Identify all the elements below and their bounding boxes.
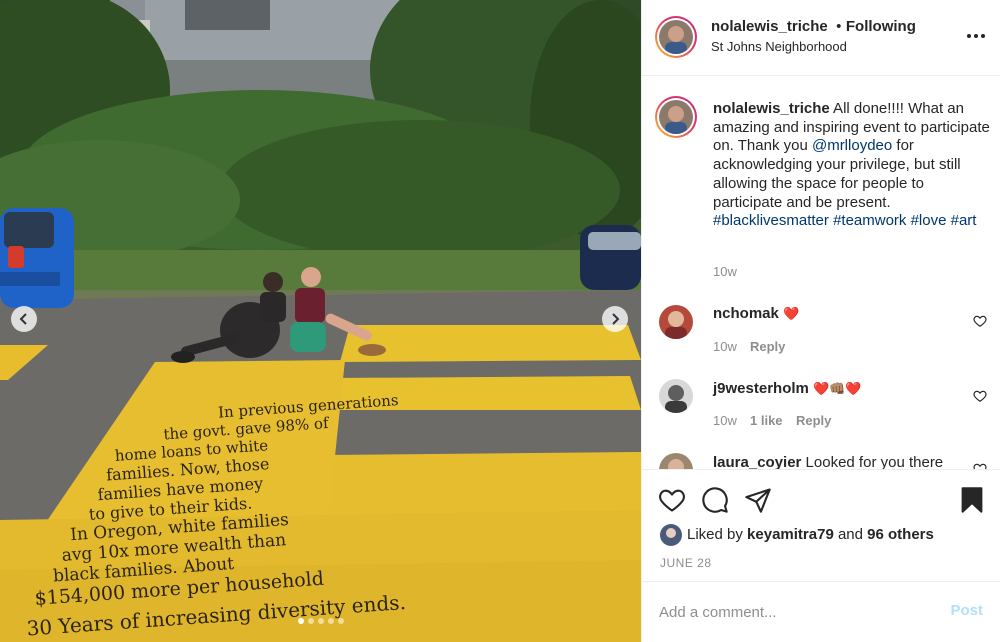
post-photo: In previous generations the govt. gave 9… — [0, 0, 641, 642]
post-comment-button[interactable]: Post — [950, 602, 983, 619]
avatar-image — [659, 305, 693, 339]
comment-line: laura_coyier Looked for you there — [713, 454, 943, 469]
share-icon[interactable] — [744, 486, 772, 514]
comments-list[interactable]: nolalewis_triche All done!!!! What an am… — [642, 76, 1000, 469]
comment-username[interactable]: nchomak — [713, 305, 779, 322]
avatar-image — [659, 100, 693, 134]
hashtag-link[interactable]: #blacklivesmatter — [713, 212, 829, 229]
post-location[interactable]: St Johns Neighborhood — [711, 39, 847, 54]
carousel-next-button[interactable] — [602, 306, 628, 332]
likes-count[interactable]: 96 others — [867, 526, 934, 543]
caption-username[interactable]: nolalewis_triche — [713, 100, 830, 117]
reply-button[interactable]: Reply — [796, 413, 831, 428]
chevron-right-icon — [612, 313, 620, 325]
more-options-button[interactable] — [966, 28, 986, 44]
carousel-indicator — [0, 618, 641, 624]
heart-icon[interactable] — [658, 486, 686, 514]
comment-line: nchomak ❤️ — [713, 305, 799, 322]
liked-by-user[interactable]: keyamitra79 — [747, 526, 834, 543]
liked-by-text[interactable]: Liked by keyamitra79 and 96 others — [687, 526, 934, 543]
hashtag-link[interactable]: #art — [951, 212, 977, 229]
post-actions: Liked by keyamitra79 and 96 others JUNE … — [642, 469, 1000, 581]
avatar-image — [659, 20, 693, 54]
caption-avatar[interactable] — [655, 96, 697, 138]
comment-time[interactable]: 10w — [713, 339, 737, 354]
comment-username[interactable]: laura_coyier — [713, 454, 801, 469]
carousel-dot — [327, 618, 334, 624]
separator-bullet: • — [836, 18, 842, 35]
commenter-avatar[interactable] — [659, 453, 693, 469]
commenter-avatar[interactable] — [659, 305, 693, 339]
comment-line: j9westerholm ❤️👊🏽❤️ — [713, 380, 862, 397]
comment-like-icon[interactable] — [973, 389, 987, 403]
avatar-image — [659, 453, 693, 469]
comment-time[interactable]: 10w — [713, 413, 737, 428]
street-writing: In previous generations the govt. gave 9… — [12, 375, 641, 640]
carousel-dot — [307, 618, 314, 624]
hashtag-link[interactable]: #love — [911, 212, 947, 229]
caption-time[interactable]: 10w — [713, 264, 737, 279]
comment-text: Looked for you there — [801, 454, 944, 469]
following-button[interactable]: Following — [846, 18, 916, 35]
carousel-dot — [317, 618, 324, 624]
avatar-image — [659, 379, 693, 413]
comment-like-icon[interactable] — [973, 462, 987, 469]
avatar-image — [660, 524, 682, 546]
caption-text: nolalewis_triche All done!!!! What an am… — [713, 100, 993, 231]
reply-button[interactable]: Reply — [750, 339, 785, 354]
carousel-dot — [297, 618, 304, 624]
hashtag-link[interactable]: #teamwork — [833, 212, 906, 229]
comment-icon[interactable] — [701, 486, 729, 514]
comment-likes[interactable]: 1 like — [750, 413, 783, 428]
comment-text: ❤️ — [783, 306, 800, 321]
mention-link[interactable]: @mrlloydeo — [812, 137, 892, 154]
bookmark-icon[interactable] — [958, 486, 986, 514]
comment-text: ❤️👊🏽❤️ — [813, 381, 862, 396]
post-side-panel: nolalewis_triche • Following St Johns Ne… — [641, 0, 1000, 642]
more-horizontal-icon — [967, 34, 985, 38]
comment-username[interactable]: j9westerholm — [713, 380, 809, 397]
author-username[interactable]: nolalewis_triche — [711, 18, 828, 35]
commenter-avatar[interactable] — [659, 379, 693, 413]
carousel-prev-button[interactable] — [11, 306, 37, 332]
post-date[interactable]: JUNE 28 — [660, 556, 712, 570]
comment-input[interactable] — [659, 600, 929, 624]
add-comment-bar: Post — [642, 581, 1000, 642]
carousel-dot — [337, 618, 344, 624]
post-header: nolalewis_triche • Following St Johns Ne… — [642, 0, 1000, 76]
liked-by-avatar[interactable] — [660, 524, 682, 546]
chevron-left-icon — [19, 313, 27, 325]
comment-like-icon[interactable] — [973, 314, 987, 328]
author-avatar[interactable] — [655, 16, 697, 58]
